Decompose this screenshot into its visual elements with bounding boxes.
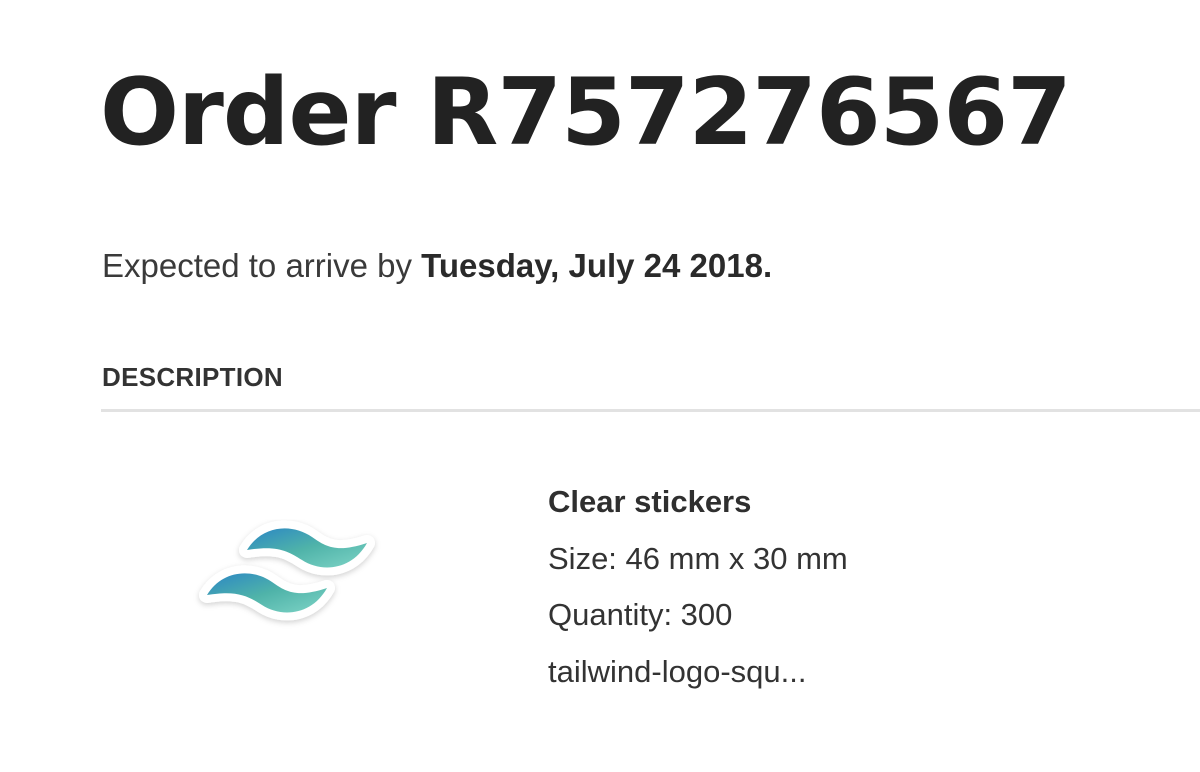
item-size: Size: 46 mm x 30 mm [548,540,848,576]
arrival-date: Tuesday, July 24 2018. [421,247,773,284]
item-name: Clear stickers [548,484,752,519]
description-header: DESCRIPTION [102,362,283,392]
order-title: Order R757276567 [100,58,1072,166]
item-quantity: Quantity: 300 [548,597,733,632]
sticker-thumbnail [192,515,382,635]
arrival-prefix: Expected to arrive by [102,247,422,284]
item-filename: tailwind-logo-squ... [548,653,807,689]
arrival-text: Expected to arrive by Tuesday, July 24 2… [102,244,772,288]
item-details: Clear stickers Size: 46 mm x 30 mm Quant… [548,474,848,700]
header-divider [101,409,1200,412]
tailwind-logo-icon [199,520,375,621]
